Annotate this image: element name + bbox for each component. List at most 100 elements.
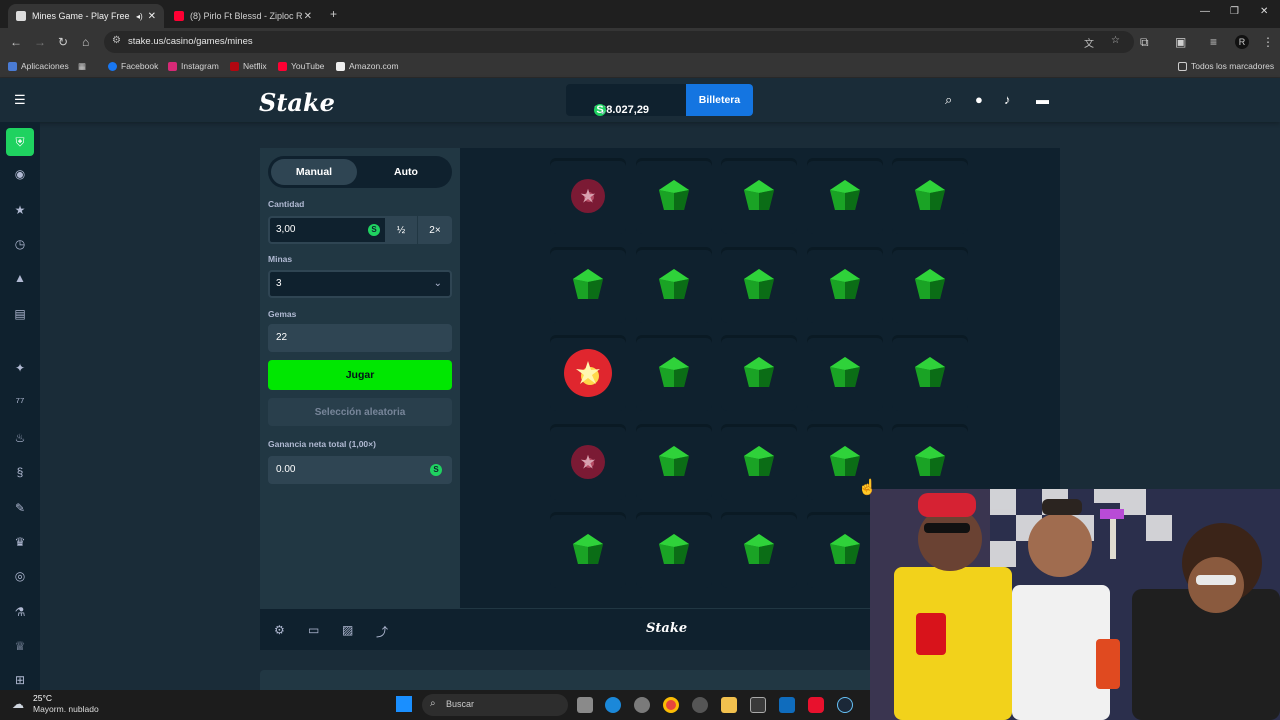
mine-tile[interactable] bbox=[550, 423, 626, 500]
notifications-icon[interactable]: ♪ bbox=[1004, 92, 1011, 107]
bookmark-netflix[interactable]: Netflix bbox=[230, 61, 267, 71]
random-pick-button[interactable]: Selección aleatoria bbox=[268, 398, 452, 426]
amount-input[interactable]: 3,00 S bbox=[268, 216, 388, 244]
mine-tile[interactable] bbox=[806, 335, 883, 411]
bookmark-star-icon[interactable]: ☆ bbox=[1111, 35, 1120, 46]
windows-grid-icon[interactable]: ⊞ bbox=[10, 670, 30, 690]
mine-tile[interactable] bbox=[635, 512, 712, 588]
close-window-icon[interactable]: ✕ bbox=[1260, 6, 1268, 17]
new-tab-icon[interactable]: + bbox=[330, 7, 337, 21]
close-tab-icon[interactable]: ✕ bbox=[304, 11, 312, 22]
bookmark-youtube[interactable]: YouTube bbox=[278, 61, 324, 71]
home-icon[interactable]: ⌂ bbox=[82, 35, 89, 49]
back-icon[interactable]: ← bbox=[10, 35, 22, 49]
grid-icon[interactable]: ▦ bbox=[78, 61, 86, 72]
popout-icon[interactable]: ⤴ bbox=[376, 623, 388, 640]
theatre-mode-icon[interactable]: ▭ bbox=[308, 623, 319, 637]
challenges-icon[interactable]: ▲ bbox=[10, 268, 30, 288]
originals-icon[interactable]: § bbox=[10, 462, 30, 482]
mine-tile[interactable] bbox=[550, 246, 626, 323]
edge-icon[interactable] bbox=[605, 697, 621, 713]
obs-icon[interactable] bbox=[692, 697, 708, 713]
mine-tile[interactable] bbox=[892, 158, 968, 234]
outlook-icon[interactable] bbox=[779, 697, 795, 713]
tab-manual[interactable]: Manual bbox=[271, 159, 357, 185]
file-explorer-icon[interactable] bbox=[721, 697, 737, 713]
recent-clock-icon[interactable]: ◷ bbox=[10, 234, 30, 254]
all-bookmarks[interactable]: Todos los marcadores bbox=[1178, 61, 1274, 71]
flask-icon[interactable]: ⚗ bbox=[10, 602, 30, 622]
hot-icon[interactable]: ♨ bbox=[10, 428, 30, 448]
bookmark-amazon[interactable]: Amazon.com bbox=[336, 61, 399, 71]
forward-icon[interactable]: → bbox=[34, 35, 46, 49]
mine-tile[interactable] bbox=[635, 158, 712, 234]
mine-tile[interactable] bbox=[806, 246, 883, 323]
bookmark-instagram[interactable]: Instagram bbox=[168, 61, 219, 71]
mine-tile[interactable] bbox=[806, 158, 883, 234]
windows-start-icon[interactable] bbox=[396, 696, 412, 712]
stats-chart-icon[interactable]: ▨ bbox=[342, 623, 353, 637]
play-button[interactable]: Jugar bbox=[268, 360, 452, 390]
mine-tile[interactable] bbox=[635, 246, 712, 323]
site-info-icon[interactable]: ⚙ bbox=[112, 35, 121, 46]
hamburger-menu-icon[interactable]: ☰ bbox=[14, 92, 26, 108]
stake-logo[interactable]: Stake bbox=[259, 88, 335, 117]
omnibox[interactable]: ⚙ stake.us/casino/games/mines 文 ☆ bbox=[104, 31, 1134, 53]
crown-icon[interactable]: ♛ bbox=[10, 532, 30, 552]
new-releases-icon[interactable]: ✦ bbox=[10, 358, 30, 378]
taskbar-search[interactable]: ⌕ Buscar bbox=[422, 694, 568, 716]
media-icon[interactable]: ≡ bbox=[1210, 35, 1217, 49]
browser-tab-youtube[interactable]: (8) Pirlo Ft Blessd - Ziploc Rem ✕ bbox=[166, 4, 320, 28]
settings-gear-icon[interactable]: ⚙ bbox=[274, 623, 285, 637]
search-icon[interactable]: ⌕ bbox=[945, 92, 952, 108]
user-icon[interactable]: ● bbox=[975, 92, 983, 107]
balance-selector[interactable]: 868.027,29 S ⌄ bbox=[566, 84, 686, 117]
trophy-icon[interactable]: ♕ bbox=[10, 636, 30, 656]
speaker-icon[interactable]: ◂) bbox=[136, 12, 143, 21]
mine-tile[interactable] bbox=[550, 335, 626, 411]
mine-tile[interactable] bbox=[721, 158, 797, 234]
settings-icon[interactable] bbox=[634, 697, 650, 713]
shield-icon[interactable]: ⛨ bbox=[6, 128, 34, 156]
mine-tile[interactable] bbox=[892, 335, 968, 411]
profile-avatar[interactable]: R bbox=[1235, 35, 1249, 49]
restore-icon[interactable]: ❐ bbox=[1230, 6, 1239, 17]
bookmark-facebook[interactable]: Facebook bbox=[108, 61, 158, 71]
half-button[interactable]: ½ bbox=[385, 216, 417, 244]
menu-kebab-icon[interactable]: ⋮ bbox=[1262, 35, 1274, 49]
minimize-icon[interactable]: — bbox=[1200, 6, 1210, 17]
store-icon[interactable] bbox=[750, 697, 766, 713]
mine-tile[interactable] bbox=[721, 335, 797, 411]
mine-tile[interactable] bbox=[550, 512, 626, 588]
mine-tile[interactable] bbox=[721, 423, 797, 500]
chat-icon[interactable]: ▬ bbox=[1036, 92, 1049, 107]
live-icon[interactable]: ◎ bbox=[10, 566, 30, 586]
casino-icon[interactable]: ◉ bbox=[10, 164, 30, 184]
task-view-icon[interactable] bbox=[577, 697, 593, 713]
browser-tab-mines[interactable]: Mines Game - Play Free So ◂) ✕ bbox=[8, 4, 164, 28]
reload-icon[interactable]: ↻ bbox=[58, 35, 68, 49]
favourites-star-icon[interactable]: ★ bbox=[10, 200, 30, 220]
double-button[interactable]: 2× bbox=[418, 216, 452, 244]
mine-tile[interactable] bbox=[892, 246, 968, 323]
bets-icon[interactable]: ▤ bbox=[10, 304, 30, 324]
mine-tile[interactable] bbox=[635, 423, 712, 500]
extensions-icon[interactable]: ⧉ bbox=[1140, 35, 1149, 50]
tab-auto[interactable]: Auto bbox=[363, 159, 449, 185]
close-tab-icon[interactable]: ✕ bbox=[148, 11, 156, 22]
sidepanel-icon[interactable]: ▣ bbox=[1175, 35, 1186, 49]
mine-tile[interactable] bbox=[721, 246, 797, 323]
mine-tile[interactable] bbox=[635, 335, 712, 411]
steam-icon[interactable] bbox=[837, 697, 853, 713]
mines-select[interactable]: 3 ⌄ bbox=[268, 270, 452, 298]
translate-icon[interactable]: 文 bbox=[1084, 35, 1094, 50]
chrome-icon[interactable] bbox=[663, 697, 679, 713]
wallet-button[interactable]: Billetera bbox=[686, 84, 753, 116]
wrench-icon[interactable]: ✎ bbox=[10, 498, 30, 518]
bookmark-apps[interactable]: Aplicaciones bbox=[8, 61, 69, 71]
opera-icon[interactable] bbox=[808, 697, 824, 713]
slots-icon[interactable]: ⁷⁷ bbox=[10, 392, 30, 412]
mine-tile[interactable] bbox=[721, 512, 797, 588]
mine-tile[interactable] bbox=[550, 158, 626, 234]
gem-icon bbox=[744, 534, 774, 564]
